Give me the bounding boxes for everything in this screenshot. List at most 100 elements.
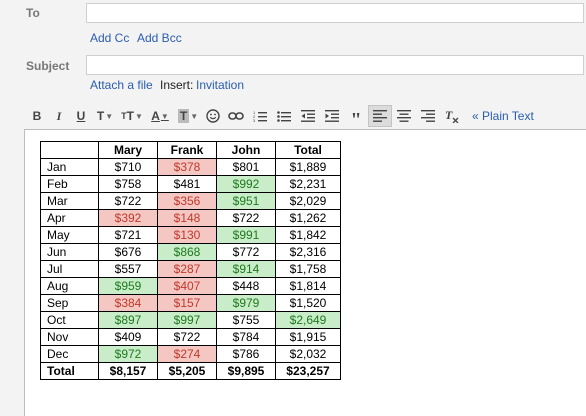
table-row: Feb $758 $481 $992 $2,231 [40, 175, 341, 193]
cell-month: Total [40, 362, 99, 380]
text-color-glyph: A [151, 109, 160, 123]
bulleted-list-button[interactable] [272, 105, 296, 127]
plain-text-link[interactable]: « Plain Text [472, 109, 534, 123]
cell-frank: $130 [157, 226, 217, 244]
table-header-row: Mary Frank John Total [40, 141, 341, 159]
cell-month: Nov [40, 328, 99, 346]
add-bcc-link[interactable]: Add Bcc [137, 31, 182, 45]
cell-total: $23,257 [275, 362, 341, 380]
header-blank [40, 141, 99, 159]
outdent-button[interactable] [296, 105, 320, 127]
link-icon [228, 112, 244, 120]
subject-label: Subject [26, 59, 70, 73]
align-right-button[interactable] [416, 105, 440, 127]
insert-label: Insert: [160, 78, 194, 92]
cell-john: $801 [216, 158, 276, 176]
cell-month: Aug [40, 277, 99, 295]
italic-glyph: I [56, 108, 62, 123]
cell-month: Jun [40, 243, 99, 261]
svg-text:3: 3 [253, 118, 256, 123]
cell-month: Dec [40, 345, 99, 363]
cell-mary: $710 [98, 158, 158, 176]
table-row: Jan $710 $378 $801 $1,889 [40, 158, 341, 176]
font-size-button[interactable]: T T ▼ [118, 105, 146, 127]
cell-total: $2,649 [275, 311, 341, 329]
table-row: Sep $384 $157 $979 $1,520 [40, 294, 341, 312]
header-total: Total [275, 141, 341, 159]
chevron-down-icon: ▼ [190, 111, 199, 121]
cell-frank: $407 [157, 277, 217, 295]
indent-icon [325, 110, 339, 122]
add-cc-link[interactable]: Add Cc [90, 31, 129, 45]
cell-month: Jan [40, 158, 99, 176]
to-field[interactable] [86, 3, 584, 23]
size-glyph: T [126, 109, 134, 123]
cell-total: $2,231 [275, 175, 341, 193]
quote-icon: " [350, 109, 362, 131]
cell-mary: $557 [98, 260, 158, 278]
chevron-down-icon: ▼ [105, 111, 114, 121]
highlight-color-button[interactable]: T ▼ [174, 105, 202, 127]
bold-glyph: B [32, 109, 42, 123]
cell-month: Apr [40, 209, 99, 227]
cell-john: $722 [216, 209, 276, 227]
total-row: Total $8,157 $5,205 $9,895 $23,257 [40, 362, 341, 380]
cell-total: $1,520 [275, 294, 341, 312]
attach-file-link[interactable]: Attach a file [90, 78, 153, 92]
cell-mary: $758 [98, 175, 158, 193]
underline-glyph: U [76, 109, 86, 123]
emoji-button[interactable] [202, 105, 224, 127]
cell-john: $755 [216, 311, 276, 329]
numbered-list-button[interactable]: 123 [248, 105, 272, 127]
bg-color-glyph: T [177, 109, 190, 123]
cell-john: $9,895 [216, 362, 276, 380]
cell-john: $991 [216, 226, 276, 244]
compose-window: To Add Cc Add Bcc Subject Attach a file … [0, 0, 586, 416]
cell-total: $1,758 [275, 260, 341, 278]
message-body-editor[interactable]: Mary Frank John Total Jan $710 $378 $801 $1,… [24, 129, 586, 416]
align-center-button[interactable] [392, 105, 416, 127]
bold-button[interactable]: B [26, 105, 48, 127]
cell-month: Feb [40, 175, 99, 193]
cell-john: $979 [216, 294, 276, 312]
cell-frank: $356 [157, 192, 217, 210]
cell-john: $448 [216, 277, 276, 295]
font-button[interactable]: T ▼ [92, 105, 118, 127]
table-row: Jun $676 $868 $772 $2,316 [40, 243, 341, 261]
cell-john: $786 [216, 345, 276, 363]
font-glyph: T [96, 109, 105, 123]
cell-mary: $959 [98, 277, 158, 295]
format-toolbar: B I U T ▼ T T ▼ A ▼ T ▼ 123 " T « Plain … [26, 104, 586, 131]
indent-button[interactable] [320, 105, 344, 127]
table-row: Apr $392 $148 $722 $1,262 [40, 209, 341, 227]
text-color-button[interactable]: A ▼ [146, 105, 174, 127]
cell-month: Oct [40, 311, 99, 329]
link-button[interactable] [224, 105, 248, 127]
cell-mary: $384 [98, 294, 158, 312]
bulleted-list-icon [277, 110, 291, 122]
align-left-icon [373, 110, 387, 122]
cell-mary: $722 [98, 192, 158, 210]
italic-button[interactable]: I [48, 105, 70, 127]
invitation-link[interactable]: Invitation [196, 78, 244, 92]
cell-john: $951 [216, 192, 276, 210]
underline-button[interactable]: U [70, 105, 92, 127]
cell-mary: $972 [98, 345, 158, 363]
subject-field[interactable] [86, 55, 584, 75]
cell-month: Jul [40, 260, 99, 278]
table-row: May $721 $130 $991 $1,842 [40, 226, 341, 244]
cell-mary: $8,157 [98, 362, 158, 380]
cell-total: $1,814 [275, 277, 341, 295]
cell-frank: $148 [157, 209, 217, 227]
cell-total: $2,029 [275, 192, 341, 210]
cell-month: Mar [40, 192, 99, 210]
to-label: To [26, 6, 40, 20]
table-row: Dec $972 $274 $786 $2,032 [40, 345, 341, 363]
cell-total: $1,262 [275, 209, 341, 227]
align-left-button[interactable] [368, 105, 392, 127]
cell-john: $914 [216, 260, 276, 278]
chevron-down-icon: ▼ [160, 111, 169, 121]
quote-button[interactable]: " [344, 105, 368, 131]
cell-frank: $722 [157, 328, 217, 346]
remove-formatting-button[interactable]: T [440, 105, 464, 127]
